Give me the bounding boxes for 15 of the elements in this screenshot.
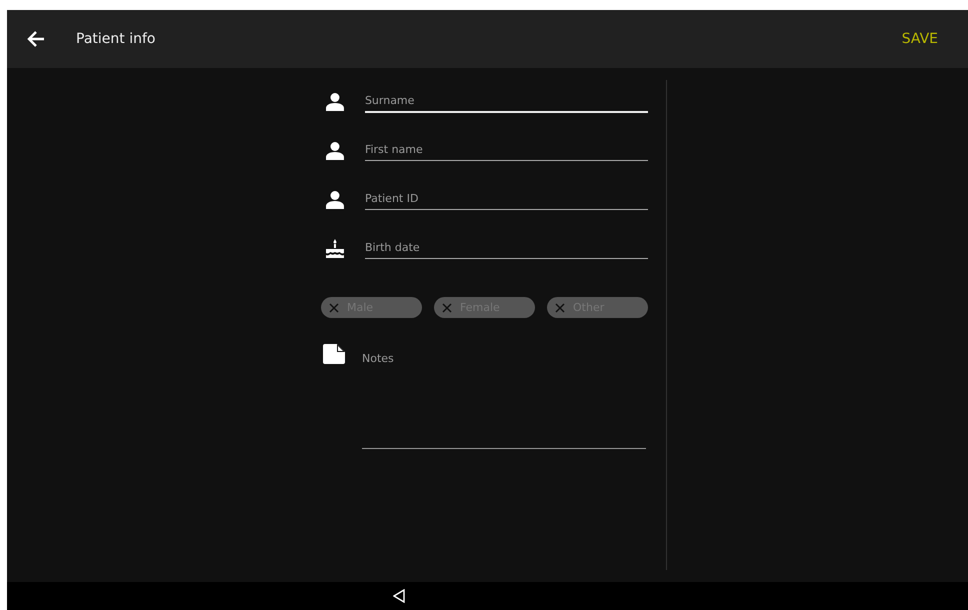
save-button[interactable]: SAVE xyxy=(902,31,938,47)
text-field[interactable]: Birth date xyxy=(364,238,648,259)
back-icon[interactable] xyxy=(393,589,405,603)
close-icon xyxy=(329,302,339,312)
text-field[interactable]: First name xyxy=(364,140,648,161)
close-icon xyxy=(442,302,452,312)
person-icon xyxy=(325,92,345,112)
screen-title: Patient info xyxy=(76,31,156,47)
text-field[interactable]: Patient ID xyxy=(364,189,648,210)
cake-icon xyxy=(325,239,345,259)
close-icon xyxy=(555,302,565,312)
notes-field[interactable]: Notes xyxy=(362,344,646,449)
person-icon xyxy=(325,190,345,210)
person-icon xyxy=(325,141,345,161)
document-icon xyxy=(323,344,345,364)
